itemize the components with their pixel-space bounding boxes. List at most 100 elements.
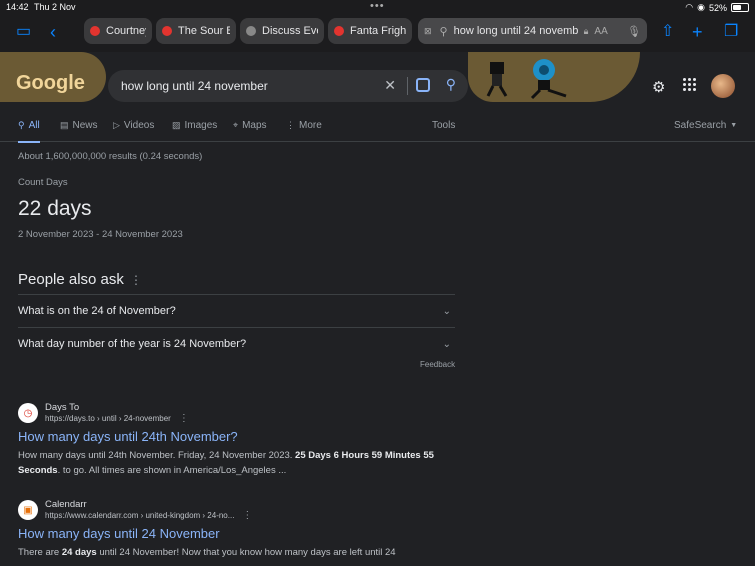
reader-aa-button[interactable]: AA bbox=[594, 26, 607, 37]
search-input[interactable]: how long until 24 november bbox=[121, 79, 268, 93]
google-header: Google how long until 24 november ✕ ⚲ ⚙ bbox=[0, 52, 755, 110]
dropdown-caret-icon: ▼ bbox=[730, 122, 738, 129]
flame-icon bbox=[90, 26, 100, 36]
safesearch-label: SafeSearch bbox=[674, 120, 727, 131]
result-url: https://days.to › until › 24-november ⋮ bbox=[45, 413, 189, 424]
flame-icon bbox=[162, 26, 172, 36]
tab-news[interactable]: ▤ News bbox=[60, 120, 98, 131]
site-favicon-icon bbox=[246, 26, 256, 36]
address-bar[interactable]: ⊠ ⚲ how long until 24 november 🔒︎ AA 🎙︎ bbox=[418, 18, 647, 44]
chevron-down-icon: ⌄ bbox=[442, 338, 451, 350]
safesearch-button[interactable]: SafeSearch ▼ bbox=[674, 120, 737, 131]
result-snippet: How many days until 24th November. Frida… bbox=[18, 450, 434, 476]
more-vert-icon[interactable]: ⋮ bbox=[179, 413, 189, 424]
people-also-ask-title: People also ask bbox=[18, 271, 124, 288]
settings-gear-icon[interactable]: ⚙ bbox=[652, 78, 665, 96]
tab-label: Maps bbox=[242, 120, 267, 131]
tab-label: More bbox=[299, 120, 322, 131]
clock-icon: ◷ bbox=[18, 403, 38, 423]
image-icon: ▨ bbox=[172, 120, 181, 130]
browser-tab-3[interactable]: Discuss Eve bbox=[240, 18, 324, 44]
result-title-link[interactable]: How many days until 24th November? bbox=[18, 429, 448, 444]
paa-question[interactable]: What day number of the year is 24 Novemb… bbox=[18, 327, 455, 360]
paa-question[interactable]: What is on the 24 of November? ⌄ bbox=[18, 294, 455, 327]
result-site[interactable]: ▣ Calendarr https://www.calendarr.com › … bbox=[18, 499, 448, 521]
tab-label: Images bbox=[184, 120, 218, 131]
tab-all[interactable]: ⚲ All bbox=[18, 120, 40, 143]
lock-icon: 🔒︎ bbox=[583, 25, 589, 36]
tab-overview-icon[interactable]: ❐ bbox=[724, 22, 738, 42]
tab-label: Videos bbox=[123, 120, 155, 131]
result-site[interactable]: ◷ Days To https://days.to › until › 24-n… bbox=[18, 402, 448, 424]
result-stats: About 1,600,000,000 results (0.24 second… bbox=[18, 151, 203, 162]
status-right: ◠ ◉ 52% bbox=[685, 2, 749, 13]
result-title-link[interactable]: How many days until 24 November bbox=[18, 526, 448, 541]
map-pin-icon: ⌖ bbox=[233, 120, 239, 130]
tools-label: Tools bbox=[432, 120, 456, 131]
tab-images[interactable]: ▨ Images bbox=[172, 120, 217, 131]
tab-label: All bbox=[28, 120, 40, 131]
search-result: ◷ Days To https://days.to › until › 24-n… bbox=[18, 402, 448, 478]
paa-question-text: What is on the 24 of November? bbox=[18, 305, 176, 317]
tab-more[interactable]: ⋮ More bbox=[286, 120, 322, 131]
result-url: https://www.calendarr.com › united-kingd… bbox=[45, 510, 253, 521]
browser-tab-4[interactable]: Fanta Fright bbox=[328, 18, 412, 44]
tools-button[interactable]: Tools bbox=[432, 120, 455, 131]
battery-icon bbox=[731, 3, 749, 12]
flame-icon bbox=[334, 26, 344, 36]
tab-maps[interactable]: ⌖ Maps bbox=[233, 120, 267, 131]
multitasking-dots-icon[interactable]: ••• bbox=[370, 0, 385, 12]
search-icon[interactable]: ⚲ bbox=[446, 76, 456, 93]
back-icon[interactable]: ‹ bbox=[50, 22, 56, 42]
share-icon[interactable]: ⇧ bbox=[661, 22, 674, 42]
more-vert-icon[interactable]: ⋮ bbox=[130, 273, 142, 287]
tab-label: Discuss Eve bbox=[262, 25, 318, 37]
search-box[interactable]: how long until 24 november ✕ ⚲ bbox=[108, 70, 468, 102]
date-range: 2 November 2023 - 24 November 2023 bbox=[18, 229, 183, 240]
more-vert-icon: ⋮ bbox=[286, 120, 295, 130]
search-tabs: ⚲ All ▤ News ▷ Videos ▨ Images ⌖ Maps ⋮ … bbox=[0, 116, 755, 143]
battery-percent: 52% bbox=[708, 2, 727, 13]
doodle-figure-icon[interactable] bbox=[484, 58, 510, 98]
sidebar-icon[interactable]: ▭ bbox=[16, 22, 31, 42]
chevron-down-icon: ⌄ bbox=[442, 305, 451, 317]
tab-label: The Sour Bo bbox=[178, 25, 230, 37]
search-icon: ⚲ bbox=[439, 25, 448, 38]
browser-tab-2[interactable]: The Sour Bo bbox=[156, 18, 236, 44]
google-apps-icon[interactable] bbox=[683, 78, 697, 92]
wifi-icon: ◠ bbox=[685, 2, 694, 12]
doodle-character-icon[interactable] bbox=[528, 56, 576, 100]
avatar[interactable] bbox=[711, 74, 735, 98]
play-icon: ▷ bbox=[113, 120, 120, 130]
news-icon: ▤ bbox=[60, 120, 69, 130]
new-tab-icon[interactable]: + bbox=[692, 22, 703, 42]
tab-label: Courtney bbox=[106, 25, 146, 37]
result-site-name: Days To bbox=[45, 402, 80, 413]
search-icon: ⚲ bbox=[18, 120, 25, 130]
feedback-link[interactable]: Feedback bbox=[420, 360, 455, 369]
browser-tab-1[interactable]: Courtney bbox=[84, 18, 152, 44]
tab-label: Fanta Fright bbox=[350, 25, 406, 37]
calendar-icon: ▣ bbox=[18, 500, 38, 520]
tab-label: News bbox=[72, 120, 98, 131]
status-bar: 14:42 Thu 2 Nov ••• ◠ ◉ 52% bbox=[0, 0, 755, 14]
status-date: Thu 2 Nov bbox=[34, 2, 76, 12]
result-snippet: There are 24 days until 24 November! Now… bbox=[18, 547, 396, 558]
count-days-label: Count Days bbox=[18, 177, 68, 188]
address-text[interactable]: how long until 24 november bbox=[454, 25, 578, 37]
browser-toolbar: ▭ ‹ Courtney The Sour Bo Discuss Eve Fan… bbox=[0, 14, 755, 52]
lens-icon[interactable] bbox=[416, 78, 430, 92]
tab-videos[interactable]: ▷ Videos bbox=[113, 120, 154, 131]
clear-icon[interactable]: ✕ bbox=[384, 77, 396, 94]
search-divider bbox=[407, 77, 408, 95]
result-site-name: Calendarr bbox=[45, 499, 87, 510]
search-result: ▣ Calendarr https://www.calendarr.com › … bbox=[18, 499, 448, 560]
count-days-value: 22 days bbox=[18, 197, 92, 220]
microphone-icon[interactable]: 🎙︎ bbox=[627, 25, 641, 38]
paa-question-text: What day number of the year is 24 Novemb… bbox=[18, 338, 247, 350]
more-vert-icon[interactable]: ⋮ bbox=[242, 510, 252, 521]
focus-icon: ◉ bbox=[697, 2, 705, 12]
google-logo[interactable]: Google bbox=[16, 72, 85, 95]
close-tab-icon[interactable]: ⊠ bbox=[424, 26, 432, 37]
status-time: 14:42 bbox=[6, 2, 29, 12]
